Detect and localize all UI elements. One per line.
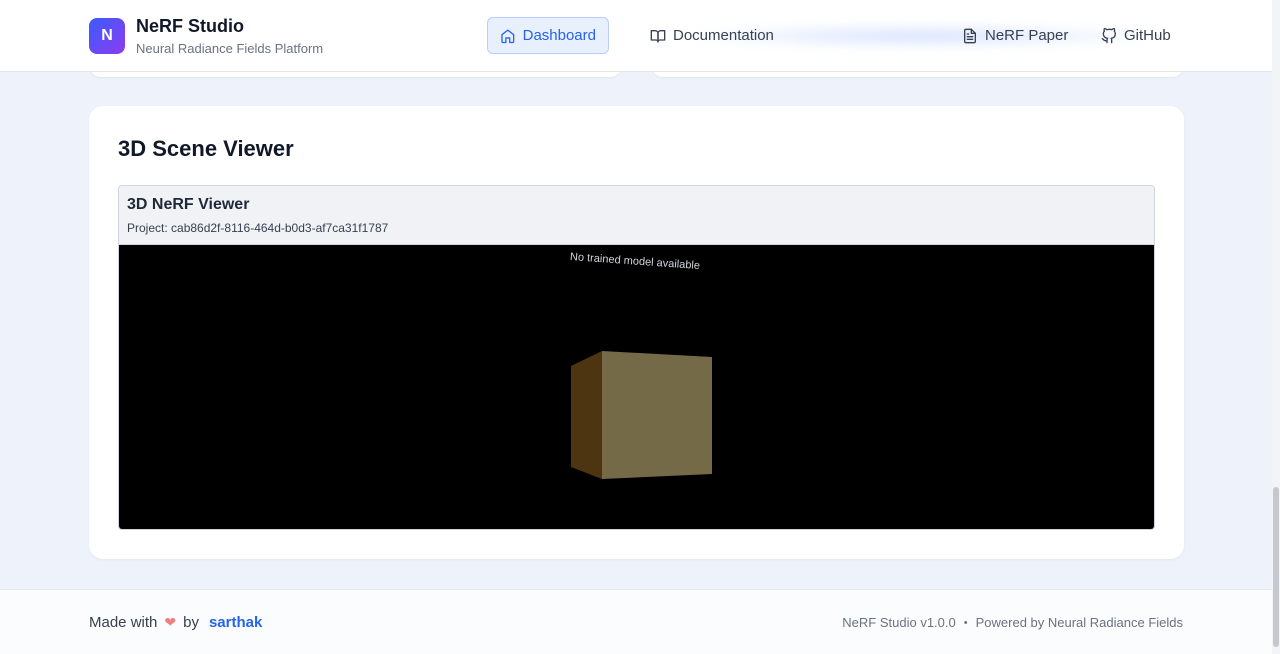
viewer-header: 3D NeRF Viewer Project: cab86d2f-8116-46… — [119, 186, 1154, 245]
page: 3D Scene Viewer 3D NeRF Viewer Project: … — [0, 0, 1272, 654]
footer-credit: Made with ❤ by sarthak — [89, 614, 262, 631]
nerf-viewer: 3D NeRF Viewer Project: cab86d2f-8116-46… — [118, 185, 1155, 530]
home-icon — [501, 28, 515, 43]
nav-dashboard[interactable]: Dashboard — [487, 17, 609, 54]
cube-render — [571, 351, 712, 479]
top-nav-bar: N NeRF Studio Neural Radiance Fields Pla… — [0, 0, 1272, 72]
version-text: NeRF Studio v1.0.0 — [842, 615, 956, 630]
separator-dot: • — [963, 616, 968, 629]
nav-dashboard-label: Dashboard — [522, 27, 596, 44]
nav-documentation[interactable]: Documentation — [638, 17, 786, 54]
app-logo[interactable]: N — [89, 18, 125, 54]
book-icon — [650, 29, 666, 43]
made-with-text: Made with — [89, 614, 158, 631]
heart-icon: ❤ — [164, 614, 177, 630]
nav-nerf-paper-label: NeRF Paper — [985, 27, 1069, 44]
cube-front-face — [602, 351, 712, 479]
nav-nerf-paper[interactable]: NeRF Paper — [950, 17, 1080, 54]
by-text: by — [183, 614, 199, 631]
cube-side-face — [571, 351, 602, 479]
author-link[interactable]: sarthak — [209, 614, 262, 631]
nav-github[interactable]: GitHub — [1089, 17, 1183, 54]
powered-text: Powered by Neural Radiance Fields — [975, 615, 1183, 630]
footer: Made with ❤ by sarthak NeRF Studio v1.0.… — [0, 589, 1272, 654]
scrollbar-thumb[interactable] — [1273, 487, 1279, 647]
app-subtitle: Neural Radiance Fields Platform — [136, 41, 324, 56]
project-id: Project: cab86d2f-8116-464d-b0d3-af7ca31… — [127, 221, 389, 235]
footer-meta: NeRF Studio v1.0.0 • Powered by Neural R… — [842, 615, 1183, 630]
nav-github-label: GitHub — [1124, 27, 1171, 44]
scene-viewer-card: 3D Scene Viewer 3D NeRF Viewer Project: … — [89, 106, 1184, 559]
github-icon — [1101, 27, 1116, 43]
document-icon — [964, 28, 976, 43]
app-title: NeRF Studio — [136, 16, 244, 36]
3d-canvas[interactable]: No trained model available — [119, 245, 1154, 529]
card-title: 3D Scene Viewer — [118, 136, 294, 161]
viewer-title: 3D NeRF Viewer — [127, 196, 250, 213]
nav-documentation-label: Documentation — [673, 27, 774, 44]
